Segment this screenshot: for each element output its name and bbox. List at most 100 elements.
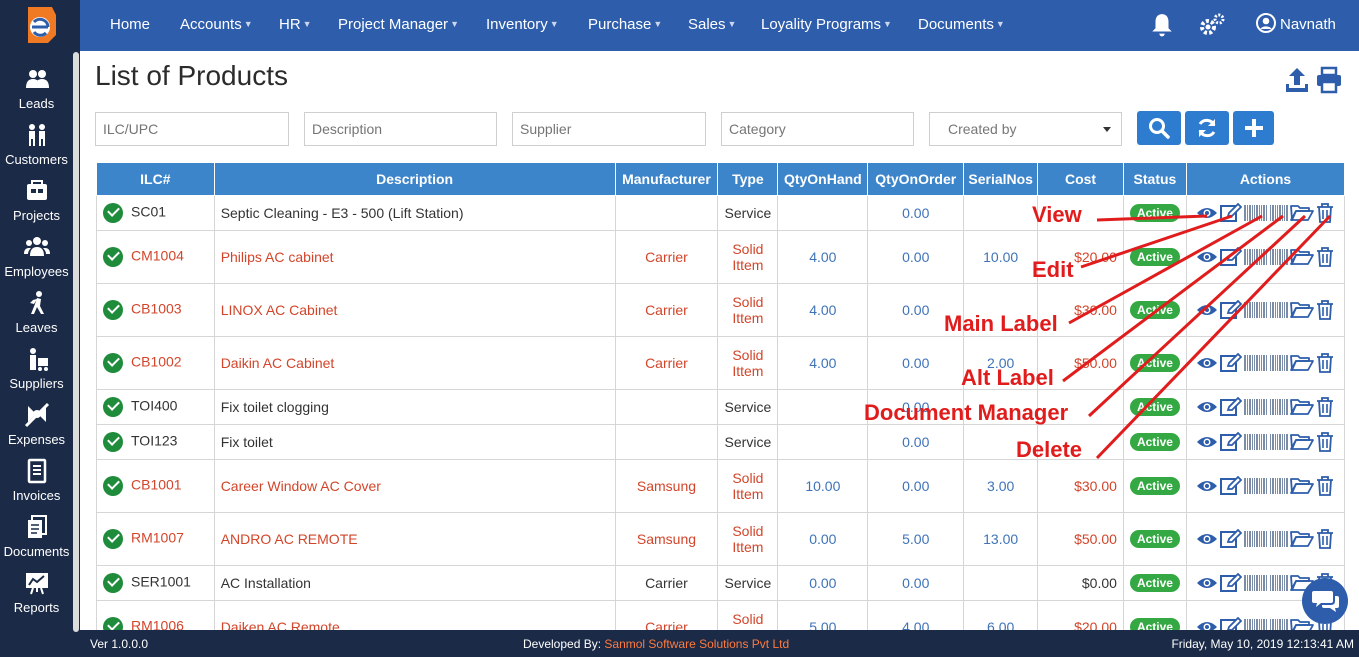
edit-icon[interactable]	[1220, 616, 1243, 630]
cell-ilc[interactable]: CB1003	[96, 283, 215, 337]
main-label-barcode-icon[interactable]	[1244, 477, 1268, 495]
column-header-status[interactable]: Status	[1122, 162, 1187, 196]
search-button[interactable]	[1137, 111, 1181, 145]
table-row[interactable]: SC01 Septic Cleaning - E3 - 500 (Lift Sta…	[96, 195, 1345, 231]
cell-ilc[interactable]: CB1001	[96, 459, 215, 513]
table-row[interactable]: CB1002 Daikin AC Cabinet Carrier Solid Ittem…	[96, 336, 1345, 390]
document-manager-folder-icon[interactable]	[1290, 433, 1315, 451]
view-icon[interactable]	[1196, 531, 1218, 547]
gear-icon[interactable]	[1199, 12, 1225, 38]
cell-ilc[interactable]: CM1004	[96, 230, 215, 284]
cell-description[interactable]: Philips AC cabinet	[213, 230, 616, 284]
view-icon[interactable]	[1196, 205, 1218, 221]
app-logo[interactable]	[22, 5, 58, 45]
view-icon[interactable]	[1196, 478, 1218, 494]
cell-ilc[interactable]: SC01	[96, 195, 215, 231]
cell-description[interactable]: Septic Cleaning - E3 - 500 (Lift Station…	[213, 195, 616, 231]
table-row[interactable]: CM1004 Philips AC cabinet Carrier Solid Itte…	[96, 230, 1345, 284]
status-badge[interactable]: Active	[1129, 433, 1180, 451]
upload-icon[interactable]	[1283, 66, 1311, 94]
sidebar-item-leaves[interactable]: Leaves	[0, 290, 73, 346]
status-badge[interactable]: Active	[1129, 354, 1180, 372]
column-header-manufacturer[interactable]: Manufacturer	[614, 162, 719, 196]
sidebar-item-leads[interactable]: Leads	[0, 66, 73, 122]
user-menu[interactable]: Navnath	[1256, 13, 1336, 33]
main-label-barcode-icon[interactable]	[1244, 301, 1268, 319]
cell-description[interactable]: Daiken AC Remote	[213, 600, 616, 630]
view-icon[interactable]	[1196, 434, 1218, 450]
cell-ilc[interactable]: RM1006	[96, 600, 215, 630]
alt-label-barcode-icon[interactable]	[1270, 204, 1289, 222]
cell-description[interactable]: Fix toilet clogging	[213, 389, 616, 425]
cell-ilc[interactable]: SER1001	[96, 565, 215, 601]
ilc-upc-input[interactable]	[95, 112, 289, 146]
nav-inventory[interactable]: Inventory ▼	[486, 16, 559, 33]
ilc-code[interactable]: CB1001	[131, 477, 182, 493]
sidebar-item-suppliers[interactable]: Suppliers	[0, 346, 73, 402]
column-header-description[interactable]: Description	[213, 162, 616, 196]
ilc-code[interactable]: CB1003	[131, 301, 182, 317]
main-label-barcode-icon[interactable]	[1244, 204, 1268, 222]
status-badge[interactable]: Active	[1129, 477, 1180, 495]
sidebar-item-customers[interactable]: Customers	[0, 122, 73, 178]
view-icon[interactable]	[1196, 249, 1218, 265]
status-badge[interactable]: Active	[1129, 574, 1180, 592]
ilc-code[interactable]: RM1006	[131, 618, 184, 630]
alt-label-barcode-icon[interactable]	[1270, 354, 1289, 372]
document-manager-folder-icon[interactable]	[1290, 398, 1315, 416]
delete-trash-icon[interactable]	[1316, 203, 1334, 223]
cell-ilc[interactable]: TOI400	[96, 389, 215, 425]
alt-label-barcode-icon[interactable]	[1270, 398, 1289, 416]
delete-trash-icon[interactable]	[1316, 529, 1334, 549]
delete-trash-icon[interactable]	[1316, 476, 1334, 496]
table-row[interactable]: SER1001 AC Installation Carrier Service 0.00…	[96, 565, 1345, 601]
table-row[interactable]: TOI123 Fix toilet Service 0.00 Active	[96, 424, 1345, 460]
nav-hr[interactable]: HR ▼	[279, 16, 312, 33]
view-icon[interactable]	[1196, 355, 1218, 371]
column-header-ilc[interactable]: ILC#	[96, 162, 215, 196]
document-manager-folder-icon[interactable]	[1290, 354, 1315, 372]
edit-icon[interactable]	[1220, 475, 1243, 496]
alt-label-barcode-icon[interactable]	[1270, 301, 1289, 319]
main-label-barcode-icon[interactable]	[1244, 248, 1268, 266]
sidebar-item-reports[interactable]: Reports	[0, 570, 73, 626]
delete-trash-icon[interactable]	[1316, 432, 1334, 452]
document-manager-folder-icon[interactable]	[1290, 530, 1315, 548]
main-label-barcode-icon[interactable]	[1244, 530, 1268, 548]
edit-icon[interactable]	[1220, 431, 1243, 452]
chat-button[interactable]	[1302, 578, 1348, 624]
created-by-select[interactable]: Created by	[929, 112, 1122, 146]
refresh-button[interactable]	[1185, 111, 1229, 145]
cell-ilc[interactable]: TOI123	[96, 424, 215, 460]
sidebar-item-invoices[interactable]: Invoices	[0, 458, 73, 514]
main-label-barcode-icon[interactable]	[1244, 618, 1268, 630]
cell-description[interactable]: AC Installation	[213, 565, 616, 601]
alt-label-barcode-icon[interactable]	[1270, 574, 1289, 592]
main-label-barcode-icon[interactable]	[1244, 433, 1268, 451]
document-manager-folder-icon[interactable]	[1290, 248, 1315, 266]
edit-icon[interactable]	[1220, 352, 1243, 373]
table-row[interactable]: TOI400 Fix toilet clogging Service 0.00 Acti…	[96, 389, 1345, 425]
table-row[interactable]: RM1006 Daiken AC RemoteCarrierSolidIttem5…	[96, 600, 1345, 630]
status-badge[interactable]: Active	[1129, 398, 1180, 416]
column-header-qtyonhand[interactable]: QtyOnHand	[777, 162, 869, 196]
document-manager-folder-icon[interactable]	[1290, 301, 1315, 319]
column-header-type[interactable]: Type	[717, 162, 779, 196]
table-row[interactable]: RM1007 ANDRO AC REMOTE Samsung Solid Ittem 0.…	[96, 512, 1345, 566]
alt-label-barcode-icon[interactable]	[1270, 433, 1289, 451]
edit-icon[interactable]	[1220, 528, 1243, 549]
category-input[interactable]	[721, 112, 914, 146]
ilc-code[interactable]: RM1007	[131, 530, 184, 546]
column-header-actions[interactable]: Actions	[1185, 162, 1345, 196]
sidebar-item-projects[interactable]: Projects	[0, 178, 73, 234]
status-badge[interactable]: Active	[1129, 618, 1180, 630]
column-header-serialnos[interactable]: SerialNos	[963, 162, 1039, 196]
column-header-qtyonorder[interactable]: QtyOnOrder	[867, 162, 965, 196]
status-badge[interactable]: Active	[1129, 248, 1180, 266]
print-icon[interactable]	[1315, 66, 1343, 94]
add-product-button[interactable]	[1233, 111, 1274, 145]
description-input[interactable]	[304, 112, 497, 146]
nav-loyalty-programs[interactable]: Loyality Programs ▼	[761, 16, 892, 33]
status-badge[interactable]: Active	[1129, 204, 1180, 222]
table-row[interactable]: CB1003 LINOX AC Cabinet Carrier Solid Ittem 4…	[96, 283, 1345, 337]
